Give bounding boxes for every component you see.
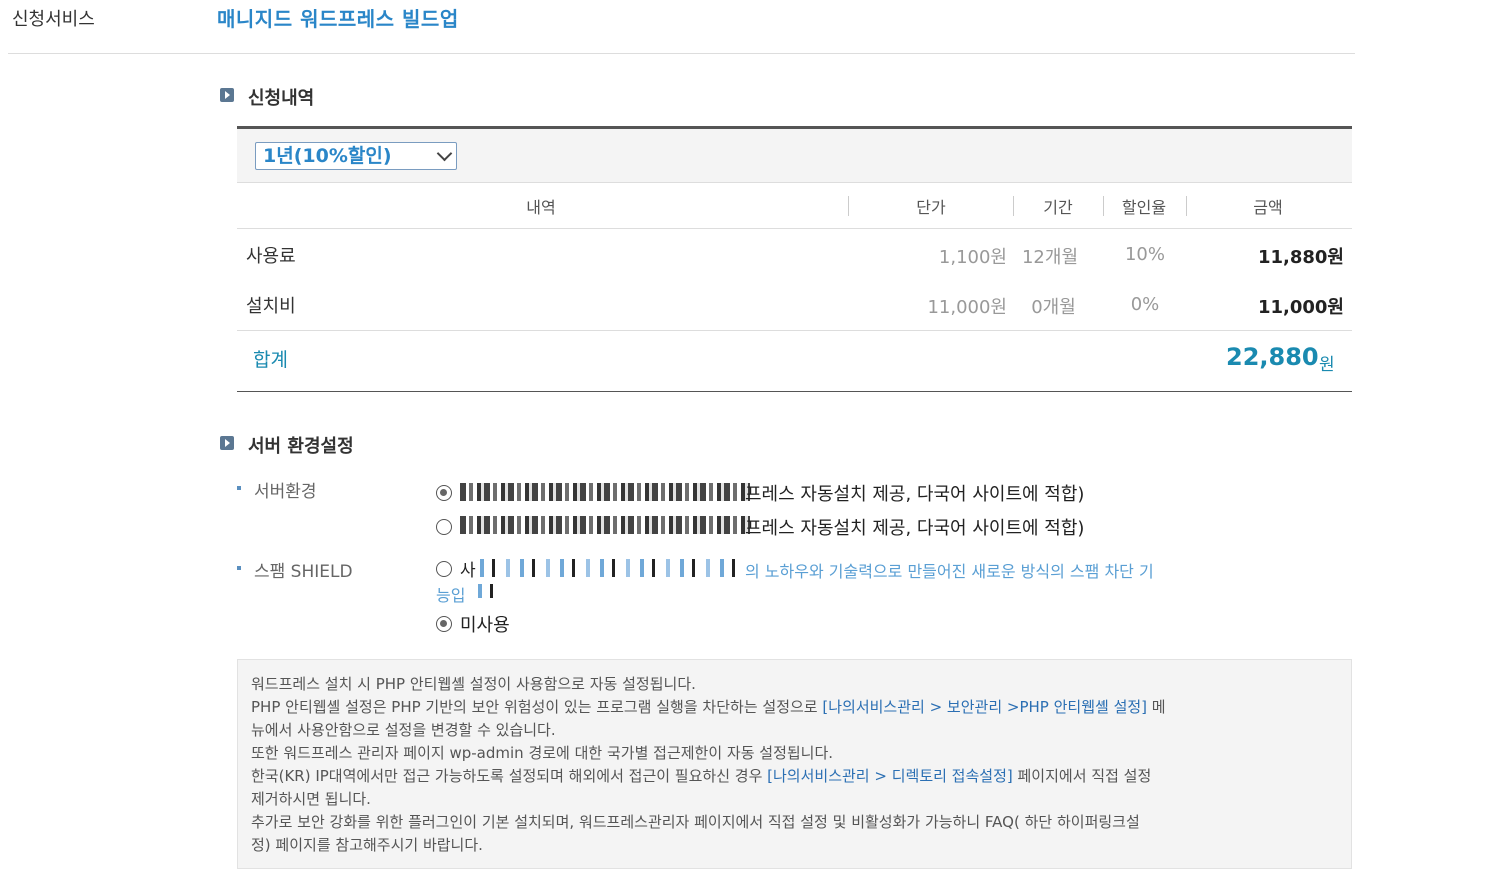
row-period: 12개월 — [1021, 247, 1079, 268]
row-amount: 11,880원 — [1257, 247, 1344, 268]
spam-shield-desc: 의 노하우와 기술력으로 만들어진 새로운 방식의 스팸 차단 기 — [745, 562, 1154, 581]
service-label: 신청서비스 — [12, 9, 95, 30]
notice-text: 메 — [1147, 698, 1166, 716]
total-value: 22,880 — [1226, 343, 1319, 371]
server-env-label: 서버환경 — [254, 482, 317, 502]
service-name: 매니지드 워드프레스 빌드업 — [217, 7, 459, 31]
row-unit-price: 1,100원 — [938, 247, 1007, 268]
server-env-radio-2[interactable] — [436, 519, 452, 535]
col-separator — [1103, 196, 1104, 216]
total-unit: 원 — [1319, 355, 1335, 375]
server-env-radio-1[interactable] — [436, 485, 452, 501]
spam-shield-radio-use[interactable] — [436, 561, 452, 577]
notice-text: 한국(KR) IP대역에서만 접근 가능하도록 설정되며 해외에서 접근이 필요… — [251, 767, 768, 785]
row-name-setup-fee: 설치비 — [246, 296, 296, 317]
total-label: 합계 — [253, 349, 288, 371]
col-separator — [1013, 196, 1014, 216]
notice-line: 워드프레스 설치 시 PHP 안티웹셸 설정이 사용함으로 자동 설정됩니다. — [251, 675, 696, 693]
order-section-title: 신청내역 — [248, 88, 315, 109]
spam-shield-desc-2: 능입 — [436, 586, 466, 605]
notice-line: PHP 안티웹셸 설정은 PHP 기반의 보안 위험성이 있는 프로그램 실행을… — [251, 696, 1166, 717]
bullet-icon — [237, 486, 241, 490]
section-arrow-icon — [220, 88, 234, 102]
notice-line: 한국(KR) IP대역에서만 접근 가능하도록 설정되며 해외에서 접근이 필요… — [251, 765, 1151, 786]
col-separator — [1186, 196, 1187, 216]
col-header-amount: 금액 — [1253, 198, 1283, 217]
col-header-discount: 할인율 — [1121, 198, 1167, 217]
spam-unused-label[interactable]: 미사용 — [460, 611, 510, 637]
notice-line: 추가로 보안 강화를 위한 플러그인이 기본 설치되며, 워드프레스관리자 페이… — [251, 813, 1140, 831]
server-env-option-1-text[interactable]: 프레스 자동설치 제공, 다국어 사이트에 적합) — [745, 480, 1084, 506]
spam-shield-label: 스팸 SHIELD — [254, 562, 353, 582]
row-period: 0개월 — [1031, 297, 1076, 318]
chevron-down-icon — [436, 145, 453, 162]
header-divider — [8, 53, 1355, 54]
row-amount: 11,000원 — [1257, 297, 1344, 318]
spam-shield-radio-unused[interactable] — [436, 616, 452, 632]
bullet-icon — [237, 566, 241, 570]
notice-text: PHP 안티웹셸 설정은 PHP 기반의 보안 위험성이 있는 프로그램 실행을… — [251, 698, 823, 716]
server-env-option-2-text[interactable]: 프레스 자동설치 제공, 다국어 사이트에 적합) — [745, 514, 1084, 540]
notice-text: 페이지에서 직접 설정 — [1012, 767, 1152, 785]
anti-webshell-link[interactable]: [나의서비스관리 > 보안관리 >PHP 안티웹셸 설정] — [822, 698, 1147, 716]
total-divider — [237, 330, 1352, 331]
notice-line: 정) 페이지를 참고해주시기 바랍니다. — [251, 836, 483, 854]
col-separator — [848, 196, 849, 216]
notice-line: 뉴에서 사용안함으로 설정을 변경할 수 있습니다. — [251, 721, 556, 739]
notice-line: 또한 워드프레스 관리자 페이지 wp-admin 경로에 대한 국가별 접근제… — [251, 744, 834, 762]
table-head-divider — [237, 228, 1352, 229]
col-header-period: 기간 — [1043, 198, 1073, 217]
redacted-text — [478, 584, 500, 598]
redacted-text — [460, 483, 750, 501]
section-arrow-icon — [220, 436, 234, 450]
col-header-unit-price: 단가 — [916, 198, 946, 217]
redacted-text — [480, 559, 742, 577]
period-select-value: 1년(10%할인) — [263, 145, 392, 167]
row-name-usage-fee: 사용료 — [246, 246, 296, 267]
period-select[interactable]: 1년(10%할인) — [255, 142, 457, 170]
server-section-title: 서버 환경설정 — [248, 436, 354, 457]
row-discount: 10% — [1124, 244, 1165, 265]
notice-line: 제거하시면 됩니다. — [251, 790, 371, 808]
row-discount: 0% — [1130, 294, 1160, 315]
redacted-text — [460, 516, 750, 534]
row-unit-price: 11,000원 — [927, 297, 1007, 318]
spam-option-prefix: 사 — [460, 561, 476, 581]
directory-access-link[interactable]: [나의서비스관리 > 디렉토리 접속설정] — [767, 767, 1013, 785]
col-header-item: 내역 — [526, 198, 556, 217]
